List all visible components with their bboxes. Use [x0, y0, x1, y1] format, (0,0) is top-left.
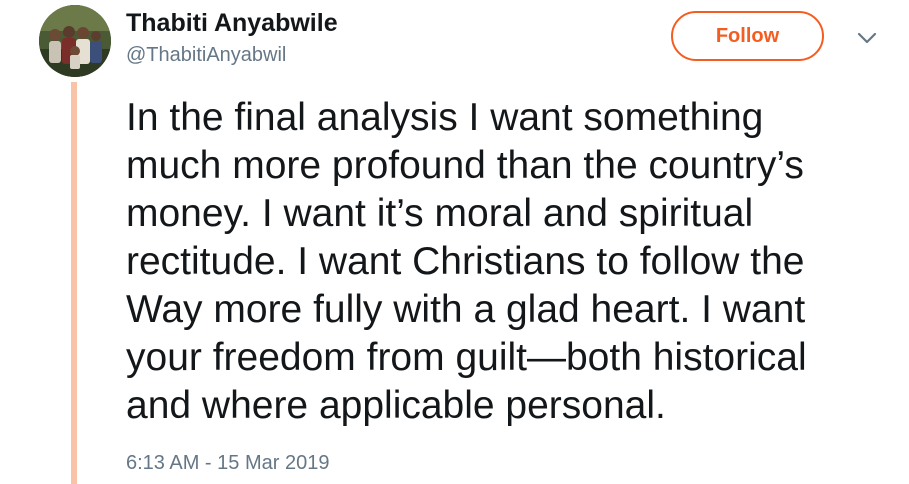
avatar-photo: [39, 5, 111, 77]
tweet-text-line: rectitude. I want Christians to follow t…: [126, 240, 805, 283]
author-display-name[interactable]: Thabiti Anyabwile: [126, 9, 338, 38]
tweet-text-line: your freedom from guilt—both historical: [126, 336, 807, 379]
more-options-button[interactable]: [855, 28, 879, 48]
follow-button[interactable]: Follow: [671, 11, 824, 61]
chevron-down-icon: [857, 32, 877, 44]
tweet-text: In the final analysis I want something m…: [126, 94, 886, 430]
tweet-text-line: In the final analysis I want something: [126, 96, 764, 139]
tweet-timestamp[interactable]: 6:13 AM - 15 Mar 2019: [126, 452, 329, 475]
author-handle[interactable]: @ThabitiAnyabwil: [126, 44, 286, 67]
tweet-text-line: money. I want it’s moral and spiritual: [126, 192, 754, 235]
thread-line: [71, 82, 77, 484]
avatar[interactable]: [39, 5, 111, 77]
tweet-text-line: and where applicable personal.: [126, 384, 666, 427]
tweet-text-line: Way more fully with a glad heart. I want: [126, 288, 806, 331]
tweet-text-line: much more profound than the country’s: [126, 144, 804, 187]
